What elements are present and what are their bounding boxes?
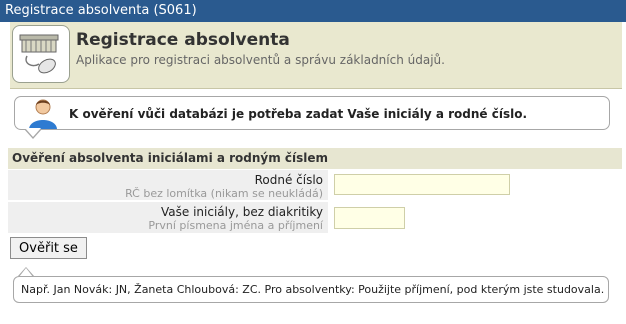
form-row-rodne-cislo: Rodné číslo RČ bez lomítka (nikam se neu… <box>8 170 622 201</box>
field-hint: RČ bez lomítka (nikam se neukládá) <box>125 187 323 200</box>
rodne-cislo-input[interactable] <box>334 174 510 195</box>
app-subtitle: Aplikace pro registraci absolventů a spr… <box>76 53 445 67</box>
field-label: Rodné číslo <box>254 173 323 187</box>
info-message-text: K ověření vůči databázi je potřeba zadat… <box>69 107 527 121</box>
window-title: Registrace absolventa (S061) <box>0 0 626 22</box>
app-header: Registrace absolventa Aplikace pro regis… <box>10 22 622 89</box>
field-label-cell: Rodné číslo RČ bez lomítka (nikam se neu… <box>8 170 328 201</box>
registration-desk-mouse-icon <box>12 25 70 83</box>
app-title: Registrace absolventa <box>76 30 290 50</box>
verify-button[interactable]: Ověřit se <box>10 237 87 259</box>
initials-input[interactable] <box>334 207 405 229</box>
section-title: Ověření absolventa iniciálami a rodným č… <box>8 148 622 169</box>
field-hint: První písmena jména a příjmení <box>148 219 323 232</box>
field-label-cell: Vaše iniciály, bez diakritiky První písm… <box>8 202 328 234</box>
info-message: K ověření vůči databázi je potřeba zadat… <box>14 96 610 130</box>
help-text: Např. Jan Novák: JN, Žaneta Chloubová: Z… <box>13 276 609 303</box>
form-row-iniciály: Vaše iniciály, bez diakritiky První písm… <box>8 202 622 235</box>
user-avatar-icon <box>23 97 63 129</box>
field-label: Vaše iniciály, bez diakritiky <box>161 205 323 219</box>
speech-tail-inner <box>25 128 41 137</box>
